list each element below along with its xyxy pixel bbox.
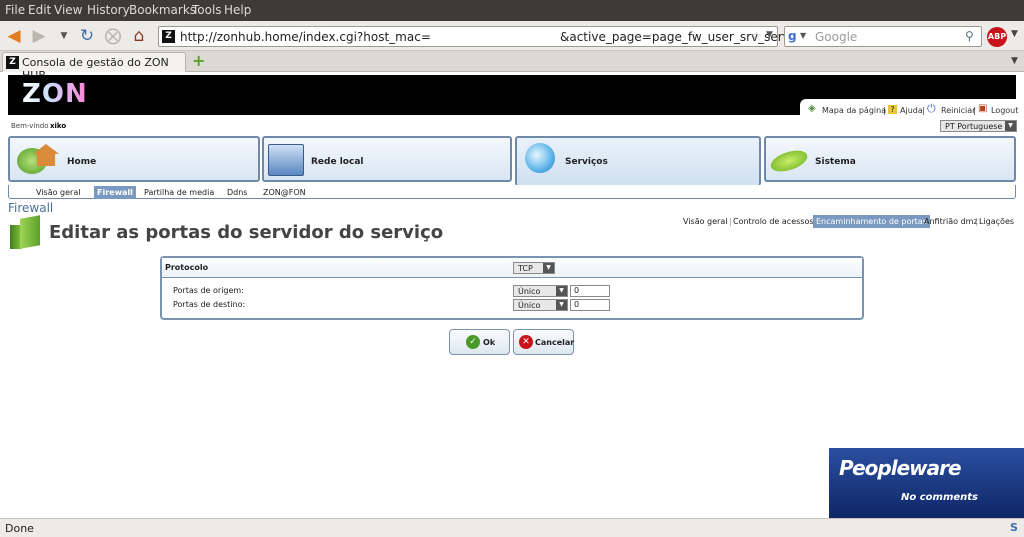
zon-logo: ZON bbox=[22, 79, 88, 109]
menu-edit[interactable]: Edit bbox=[28, 3, 51, 17]
welcome-user: xiko bbox=[50, 122, 67, 130]
url-dropdown-icon[interactable]: ▼ bbox=[766, 30, 773, 40]
url-bar[interactable]: Z http://zonhub.home/index.cgi?host_mac=… bbox=[158, 26, 790, 47]
sitemap-link[interactable]: Mapa da página bbox=[822, 106, 886, 115]
google-engine-icon[interactable]: g bbox=[788, 29, 797, 43]
page-title: Editar as portas do servidor do serviço bbox=[49, 222, 444, 243]
section-title: Firewall bbox=[8, 201, 54, 215]
nav-sistema[interactable]: Sistema bbox=[764, 136, 1016, 182]
help-icon: ? bbox=[888, 105, 897, 114]
subnav-ddns[interactable]: Ddns bbox=[227, 188, 247, 197]
site-favicon-icon: Z bbox=[162, 30, 175, 43]
chevron-down-icon: ▼ bbox=[556, 286, 567, 296]
router-icon bbox=[768, 146, 810, 176]
destination-ports-mode-value: Único bbox=[518, 301, 541, 310]
nav-rede-local-label: Rede local bbox=[311, 157, 364, 167]
link-visao-geral[interactable]: Visão geral bbox=[683, 217, 727, 226]
nav-servicos[interactable]: Serviços bbox=[515, 136, 761, 186]
chevron-down-icon: ▼ bbox=[556, 300, 567, 310]
nav-home[interactable]: Home bbox=[8, 136, 260, 182]
status-text: Done bbox=[5, 522, 34, 535]
nav-home-label: Home bbox=[67, 157, 97, 167]
restart-link[interactable]: Reiniciar bbox=[941, 106, 975, 115]
help-link[interactable]: Ajuda bbox=[900, 106, 923, 115]
engine-dropdown-icon[interactable]: ▼ bbox=[800, 31, 806, 40]
magnifier-icon[interactable]: ⚲ bbox=[965, 29, 974, 43]
restart-icon: ⏻ bbox=[927, 102, 936, 115]
nav-rede-local[interactable]: Rede local bbox=[262, 136, 512, 182]
bookmark-star-icon[interactable]: ☆ bbox=[751, 29, 762, 43]
source-ports-mode-value: Único bbox=[518, 287, 541, 296]
subnav: Visão geral Firewall Partilha de media D… bbox=[8, 185, 1016, 199]
destination-port-input[interactable]: 0 bbox=[570, 299, 610, 311]
ok-label: Ok bbox=[483, 338, 496, 347]
chevron-down-icon: ▼ bbox=[1005, 121, 1016, 131]
menu-view[interactable]: View bbox=[54, 3, 82, 17]
firewall-icon bbox=[10, 215, 42, 249]
logout-icon: ▣ bbox=[978, 103, 988, 114]
protocol-label: Protocolo bbox=[165, 263, 209, 272]
tab-active[interactable]: Z Consola de gestão do ZON HUB bbox=[2, 52, 186, 82]
ports-form-panel: Protocolo TCP ▼ Portas de origem: Único … bbox=[160, 256, 864, 320]
subnav-zonfon[interactable]: ZON@FON bbox=[263, 188, 306, 197]
tab-favicon-icon: Z bbox=[6, 56, 19, 69]
protocol-row: Protocolo TCP ▼ bbox=[162, 258, 862, 278]
language-value: PT Portuguese bbox=[945, 122, 1003, 131]
menu-help[interactable]: Help bbox=[224, 3, 251, 17]
ok-button[interactable]: ✓ Ok bbox=[449, 329, 510, 355]
destination-ports-mode-select[interactable]: Único ▼ bbox=[513, 299, 568, 311]
logout-link[interactable]: Logout bbox=[991, 106, 1018, 115]
stop-icon[interactable]: ⨂ bbox=[102, 25, 124, 47]
peopleware-watermark: Peopleware No comments bbox=[829, 448, 1024, 518]
search-bar[interactable]: g ▼ Google ⚲ bbox=[784, 26, 982, 47]
chevron-down-icon: ▼ bbox=[543, 263, 554, 273]
menu-bookmarks[interactable]: Bookmarks bbox=[129, 3, 196, 17]
ad-line2: No comments bbox=[901, 492, 978, 503]
back-icon[interactable]: ◀ bbox=[3, 25, 25, 47]
protocol-value: TCP bbox=[518, 264, 533, 273]
protocol-select[interactable]: TCP ▼ bbox=[513, 262, 555, 274]
sitemap-icon: ◈ bbox=[808, 103, 816, 114]
welcome-text: Bem-vindo bbox=[11, 122, 49, 130]
cancel-label: Cancelar bbox=[535, 338, 575, 347]
services-globe-icon bbox=[525, 143, 555, 173]
search-input[interactable]: Google bbox=[815, 30, 857, 44]
link-anfitriao-dmz[interactable]: Anfitrião dmz bbox=[924, 217, 978, 226]
subnav-partilha-media[interactable]: Partilha de media bbox=[144, 188, 214, 197]
nav-sistema-label: Sistema bbox=[815, 157, 856, 167]
destination-ports-label: Portas de destino: bbox=[173, 300, 246, 309]
house-icon bbox=[13, 142, 59, 178]
link-ligacoes[interactable]: Ligações bbox=[979, 217, 1014, 226]
subnav-visao-geral[interactable]: Visão geral bbox=[36, 188, 80, 197]
status-addon-icon[interactable]: S bbox=[1010, 521, 1018, 534]
reload-icon[interactable]: ↻ bbox=[76, 25, 98, 47]
link-controlo-acessos[interactable]: Controlo de acessos bbox=[733, 217, 814, 226]
cancel-button[interactable]: ✕ Cancelar bbox=[513, 329, 574, 355]
home-icon[interactable]: ⌂ bbox=[128, 25, 150, 47]
toolbar-overflow-icon[interactable]: ▼ bbox=[1011, 29, 1018, 39]
browser-menubar: File Edit View History Bookmarks Tools H… bbox=[0, 0, 1024, 21]
url-text: http://zonhub.home/index.cgi?host_mac= bbox=[180, 30, 431, 44]
source-ports-mode-select[interactable]: Único ▼ bbox=[513, 285, 568, 297]
forward-icon[interactable]: ▶ bbox=[28, 25, 50, 47]
check-icon: ✓ bbox=[466, 335, 480, 349]
tab-list-icon[interactable]: ▼ bbox=[1011, 56, 1018, 66]
new-tab-icon[interactable]: + bbox=[192, 53, 205, 69]
history-dropdown-icon[interactable]: ▼ bbox=[53, 25, 75, 47]
ad-line1: Peopleware bbox=[839, 456, 962, 480]
close-icon: ✕ bbox=[519, 335, 533, 349]
language-select[interactable]: PT Portuguese ▼ bbox=[940, 120, 1017, 132]
menu-file[interactable]: File bbox=[5, 3, 25, 17]
link-encaminhamento-portas[interactable]: Encaminhamento de portas bbox=[813, 215, 930, 228]
subnav-firewall[interactable]: Firewall bbox=[94, 186, 136, 199]
status-bar: Done S bbox=[0, 518, 1024, 537]
menu-history[interactable]: History bbox=[87, 3, 130, 17]
menu-tools[interactable]: Tools bbox=[192, 3, 222, 17]
source-ports-label: Portas de origem: bbox=[173, 286, 244, 295]
nav-servicos-label: Serviços bbox=[565, 157, 608, 167]
adblock-icon[interactable]: ABP bbox=[987, 27, 1007, 47]
network-icon bbox=[268, 144, 304, 176]
source-port-input[interactable]: 0 bbox=[570, 285, 610, 297]
